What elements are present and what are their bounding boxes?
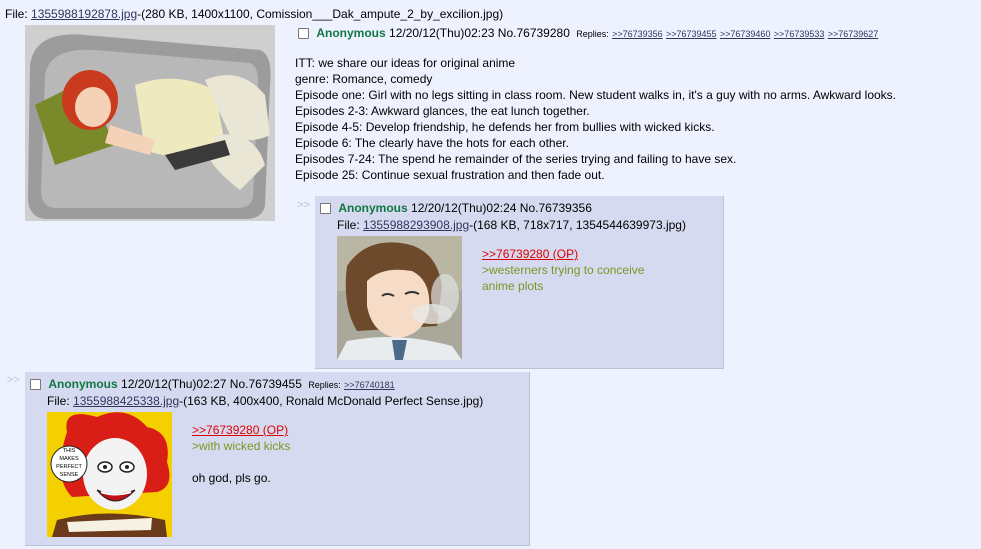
reply2-image-caption-line: THIS	[63, 448, 76, 454]
reply1-post-number[interactable]: No.76739356	[520, 201, 592, 215]
reply2-file-details: -(163 KB, 400x400, Ronald McDonald Perfe…	[179, 394, 484, 408]
op-message-line: Episode 4-5: Develop friendship, he defe…	[295, 120, 715, 134]
reply2-post-number[interactable]: No.76739455	[230, 377, 302, 391]
op-replies-label: Replies:	[576, 29, 609, 39]
op-message-line: genre: Romance, comedy	[295, 72, 433, 86]
op-message-line: Episodes 7-24: The spend he remainder of…	[295, 152, 737, 166]
reply2-post: Anonymous 12/20/12(Thu)02:27 No.76739455…	[25, 372, 530, 546]
reply1-name: Anonymous	[338, 201, 408, 215]
reply2-reply-link[interactable]: >>76740181	[344, 380, 395, 390]
reply1-file-link[interactable]: 1355988293908.jpg	[363, 218, 469, 232]
op-name: Anonymous	[316, 26, 386, 40]
reply2-message-spacer	[192, 454, 290, 470]
reply2-file-prefix: File:	[47, 394, 74, 408]
reply2-checkbox[interactable]	[30, 379, 41, 390]
op-file-info: File: 1355988192878.jpg-(280 KB, 1400x11…	[5, 7, 503, 21]
op-checkbox[interactable]	[298, 28, 309, 39]
reply1-datetime: 12/20/12(Thu)02:24	[411, 201, 517, 215]
reply1-message: >>76739280 (OP) >westerners trying to co…	[482, 246, 644, 294]
op-message: ITT: we share our ideas for original ani…	[295, 55, 896, 183]
op-post-number[interactable]: No.76739280	[498, 26, 570, 40]
op-reply-link[interactable]: >>76739356	[612, 29, 663, 39]
op-datetime: 12/20/12(Thu)02:23	[389, 26, 495, 40]
reply2-name: Anonymous	[48, 377, 118, 391]
op-thumbnail-image	[25, 25, 275, 221]
reply2-arrows: >>	[7, 374, 20, 386]
reply2-thumbnail-image: THIS MAKES PERFECT SENSE	[47, 412, 172, 537]
reply2-message: >>76739280 (OP) >with wicked kicks oh go…	[192, 422, 290, 486]
reply1-checkbox[interactable]	[320, 203, 331, 214]
reply2-greentext: >with wicked kicks	[192, 439, 291, 453]
op-header: Anonymous 12/20/12(Thu)02:23 No.76739280…	[298, 26, 878, 40]
reply1-file-info: File: 1355988293908.jpg-(168 KB, 718x717…	[337, 218, 686, 232]
reply2-file-link[interactable]: 1355988425338.jpg	[73, 394, 179, 408]
reply1-arrows: >>	[297, 199, 310, 211]
op-file-prefix: File:	[5, 7, 32, 21]
op-message-line: Episode 25: Continue sexual frustration …	[295, 168, 605, 182]
op-message-line: Episode one: Girl with no legs sitting i…	[295, 88, 896, 102]
reply1-thumbnail[interactable]	[337, 236, 462, 360]
reply2-datetime: 12/20/12(Thu)02:27	[121, 377, 227, 391]
reply2-quote-link[interactable]: >>76739280 (OP)	[192, 423, 288, 437]
reply2-replies-label: Replies:	[308, 380, 341, 390]
op-reply-link[interactable]: >>76739533	[774, 29, 825, 39]
reply2-header: Anonymous 12/20/12(Thu)02:27 No.76739455…	[30, 377, 395, 391]
op-message-line: Episode 6: The clearly have the hots for…	[295, 136, 569, 150]
reply2-image-caption-line: MAKES	[59, 456, 79, 462]
reply2-image-caption-line: PERFECT	[56, 464, 82, 470]
op-message-line: ITT: we share our ideas for original ani…	[295, 56, 516, 70]
reply1-file-details: -(168 KB, 718x717, 1354544639973.jpg)	[469, 218, 686, 232]
reply2-image-caption-line: SENSE	[60, 472, 79, 478]
reply1-header: Anonymous 12/20/12(Thu)02:24 No.76739356	[320, 201, 592, 215]
op-reply-link[interactable]: >>76739460	[720, 29, 771, 39]
reply1-thumbnail-image	[337, 236, 462, 360]
op-reply-link[interactable]: >>76739627	[828, 29, 879, 39]
op-file-details: -(280 KB, 1400x1100, Comission___Dak_amp…	[137, 7, 504, 21]
reply1-greentext: >westerners trying to conceive	[482, 263, 645, 277]
op-message-line: Episodes 2-3: Awkward glances, the eat l…	[295, 104, 590, 118]
reply1-post: Anonymous 12/20/12(Thu)02:24 No.76739356…	[315, 196, 724, 369]
op-reply-link[interactable]: >>76739455	[666, 29, 717, 39]
reply1-file-prefix: File:	[337, 218, 364, 232]
op-file-link[interactable]: 1355988192878.jpg	[31, 7, 137, 21]
op-thumbnail[interactable]	[25, 25, 275, 221]
reply1-quote-link[interactable]: >>76739280 (OP)	[482, 247, 578, 261]
reply2-file-info: File: 1355988425338.jpg-(163 KB, 400x400…	[47, 394, 483, 408]
reply2-thumbnail[interactable]: THIS MAKES PERFECT SENSE	[47, 412, 172, 537]
reply1-greentext: anime plots	[482, 279, 544, 293]
reply2-text: oh god, pls go.	[192, 471, 271, 485]
